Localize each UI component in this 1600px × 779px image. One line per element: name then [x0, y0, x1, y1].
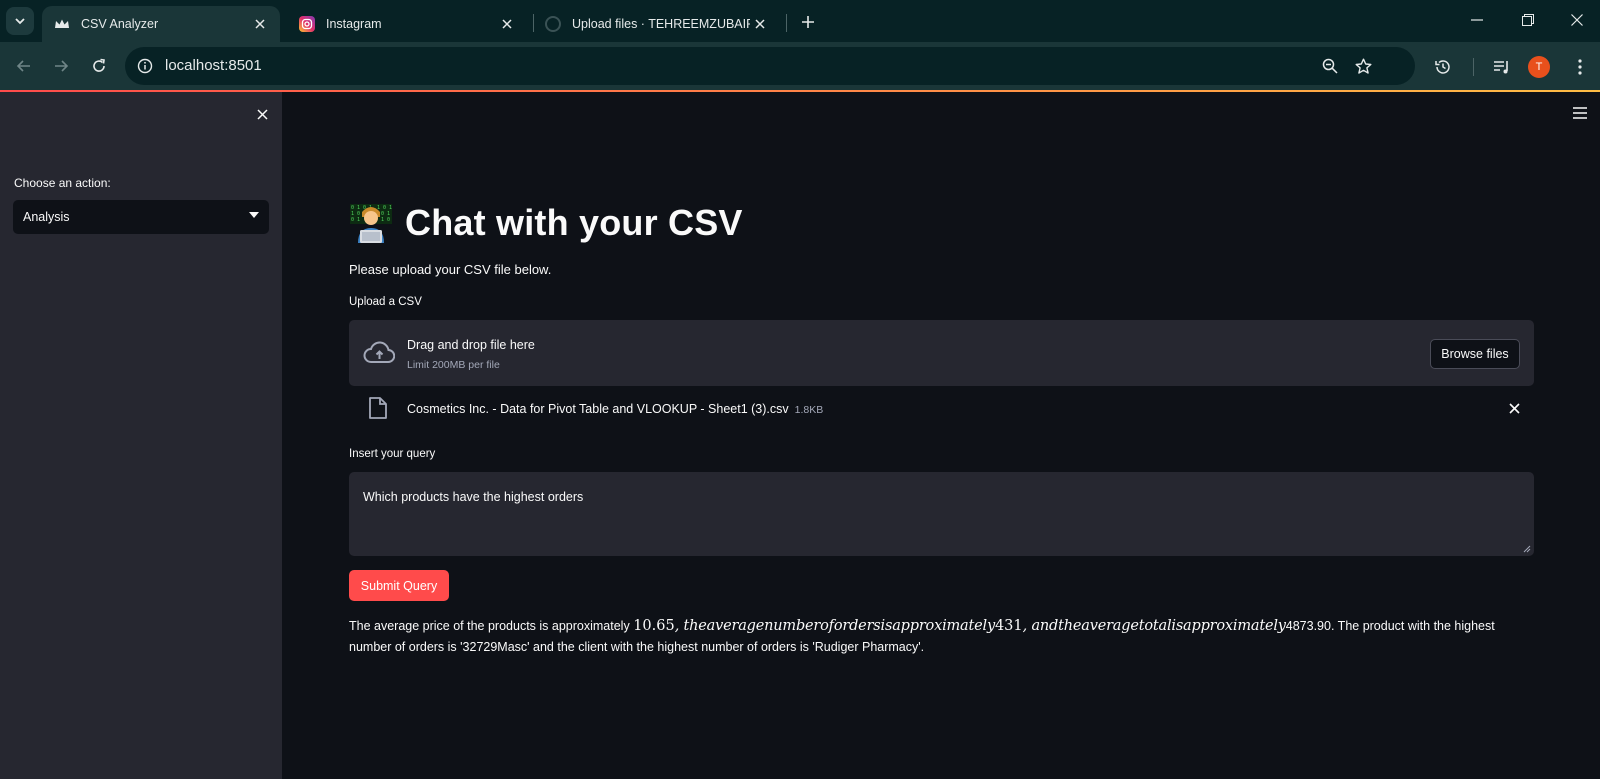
- cloud-upload-icon: [363, 341, 395, 363]
- dropzone-limit: Limit 200MB per file: [407, 359, 500, 371]
- close-tab-icon[interactable]: [497, 14, 517, 34]
- history-button[interactable]: [1430, 54, 1456, 80]
- browser-tab-strip: CSV Analyzer Instagram Upload files · TE…: [0, 0, 1600, 42]
- minimize-icon: [1471, 19, 1483, 21]
- query-label: Insert your query: [349, 448, 436, 460]
- arrow-left-icon: [16, 60, 30, 72]
- dropzone-instruction: Drag and drop file here: [407, 338, 535, 352]
- plus-icon: [802, 16, 814, 28]
- address-bar[interactable]: localhost:8501: [125, 47, 1415, 85]
- tab-title: CSV Analyzer: [81, 17, 159, 31]
- browser-menu-button[interactable]: [1567, 54, 1593, 80]
- action-select[interactable]: Analysis: [13, 200, 269, 234]
- tab-instagram[interactable]: Instagram: [287, 6, 527, 42]
- file-icon: [369, 397, 387, 419]
- tab-title: Upload files · TEHREEMZUBAIR/Da: [572, 17, 750, 31]
- page-title: Chat with your CSV: [405, 202, 743, 243]
- reload-button[interactable]: [83, 50, 115, 82]
- answer-math-number-2: 431: [994, 618, 1023, 634]
- tab-title: Instagram: [326, 17, 382, 31]
- new-tab-button[interactable]: [796, 10, 820, 34]
- action-select-value: Analysis: [23, 210, 70, 224]
- profile-avatar[interactable]: T: [1528, 56, 1550, 78]
- sidebar-close-button[interactable]: [250, 102, 274, 126]
- bookmark-button[interactable]: [1351, 54, 1375, 78]
- svg-text:1 0: 1 0: [381, 217, 390, 223]
- answer-math-text-2: , andtheaveragetotalisapproximately: [1022, 618, 1286, 634]
- tab-search-button[interactable]: [6, 7, 34, 35]
- page-header: 0 1 0 11 0 1 1 00 1 0 11 0 Chat with you…: [349, 202, 743, 244]
- kebab-menu-icon: [1578, 59, 1582, 75]
- star-icon: [1355, 58, 1371, 74]
- tab-csv-analyzer[interactable]: CSV Analyzer: [42, 6, 280, 42]
- browser-toolbar: localhost:8501 T: [0, 42, 1600, 90]
- close-icon: [1571, 14, 1583, 26]
- caret-down-icon: [249, 212, 259, 218]
- query-textarea[interactable]: Which products have the highest orders: [349, 472, 1534, 556]
- tab-separator: [786, 14, 787, 32]
- github-icon: [545, 16, 561, 32]
- restore-button[interactable]: [1505, 0, 1551, 40]
- reload-icon: [93, 58, 105, 72]
- close-tab-icon[interactable]: [250, 14, 270, 34]
- hamburger-icon: [1573, 107, 1587, 119]
- minimize-button[interactable]: [1454, 0, 1500, 40]
- uploaded-file-size: 1.8KB: [794, 404, 824, 416]
- restore-icon: [1522, 14, 1534, 26]
- app-main-menu-button[interactable]: [1568, 104, 1592, 122]
- answer-text-1: The average price of the products is app…: [349, 619, 634, 633]
- browse-files-button[interactable]: Browse files: [1430, 339, 1520, 369]
- tab-github-upload[interactable]: Upload files · TEHREEMZUBAIR/Da: [533, 6, 780, 42]
- site-info-icon[interactable]: [133, 54, 157, 78]
- uploaded-file: Cosmetics Inc. - Data for Pivot Table an…: [349, 394, 1534, 422]
- upload-label: Upload a CSV: [349, 296, 422, 308]
- query-answer: The average price of the products is app…: [349, 616, 1534, 658]
- svg-text:0 1: 0 1: [351, 217, 360, 223]
- arrow-right-icon: [55, 60, 69, 72]
- query-value: Which products have the highest orders: [363, 490, 584, 504]
- action-select-label: Choose an action:: [14, 176, 111, 190]
- sidebar: Choose an action: Analysis: [0, 92, 282, 779]
- media-controls-button[interactable]: [1489, 54, 1515, 80]
- streamlit-crown-icon: [54, 16, 70, 32]
- playlist-icon: [1494, 61, 1508, 74]
- answer-math-text-1: , theaveragenumberofordersisapproximatel…: [674, 618, 995, 634]
- remove-file-button[interactable]: [1506, 400, 1522, 416]
- page-subtitle: Please upload your CSV file below.: [349, 262, 552, 277]
- toolbar-separator: [1473, 58, 1474, 76]
- resize-grip-icon[interactable]: [1523, 545, 1531, 553]
- close-tab-icon[interactable]: [750, 14, 770, 34]
- instagram-icon: [299, 16, 315, 32]
- close-window-button[interactable]: [1554, 0, 1600, 40]
- history-icon: [1435, 60, 1450, 74]
- uploaded-file-name: Cosmetics Inc. - Data for Pivot Table an…: [407, 402, 789, 416]
- answer-math-number-1: 10.65: [633, 618, 675, 634]
- back-button[interactable]: [8, 50, 40, 82]
- url-text[interactable]: localhost:8501: [165, 57, 262, 74]
- forward-button[interactable]: [45, 50, 77, 82]
- close-icon: [1508, 402, 1520, 414]
- technologist-icon: 0 1 0 11 0 1 1 00 1 0 11 0: [349, 203, 393, 243]
- close-icon: [256, 108, 268, 120]
- zoom-button[interactable]: [1318, 54, 1342, 78]
- zoom-out-icon: [1322, 58, 1338, 74]
- submit-query-button[interactable]: Submit Query: [349, 570, 449, 601]
- chevron-down-icon: [15, 18, 25, 25]
- file-dropzone[interactable]: Drag and drop file here Limit 200MB per …: [349, 320, 1534, 386]
